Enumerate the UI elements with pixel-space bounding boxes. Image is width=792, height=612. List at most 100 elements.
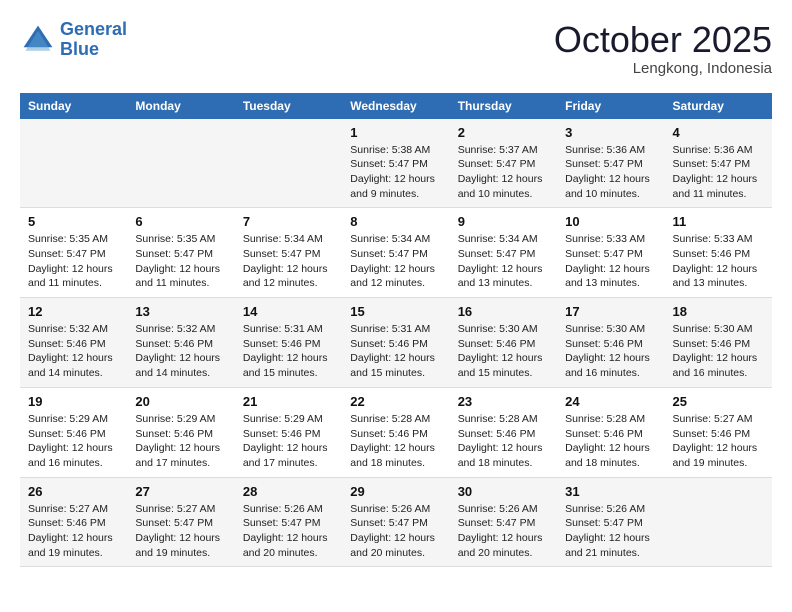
- calendar-week-row: 26Sunrise: 5:27 AMSunset: 5:46 PMDayligh…: [20, 477, 772, 567]
- day-number: 21: [243, 394, 334, 409]
- day-info: Sunrise: 5:32 AMSunset: 5:46 PMDaylight:…: [28, 322, 119, 381]
- day-number: 9: [458, 214, 549, 229]
- calendar-cell: 28Sunrise: 5:26 AMSunset: 5:47 PMDayligh…: [235, 477, 342, 567]
- weekday-header-thursday: Thursday: [450, 93, 557, 119]
- day-info: Sunrise: 5:34 AMSunset: 5:47 PMDaylight:…: [350, 232, 441, 291]
- day-info: Sunrise: 5:35 AMSunset: 5:47 PMDaylight:…: [135, 232, 226, 291]
- day-number: 14: [243, 304, 334, 319]
- day-number: 10: [565, 214, 656, 229]
- calendar-cell: 3 Sunrise: 5:36 AMSunset: 5:47 PMDaylight…: [557, 119, 664, 208]
- day-number: 31: [565, 484, 656, 499]
- day-number: 4: [673, 125, 764, 140]
- day-info: Sunrise: 5:30 AMSunset: 5:46 PMDaylight:…: [673, 322, 764, 381]
- day-number: 2: [458, 125, 549, 140]
- day-info: Sunrise: 5:26 AMSunset: 5:47 PMDaylight:…: [565, 502, 656, 561]
- title-block: October 2025 Lengkong, Indonesia: [554, 20, 772, 77]
- day-info: Sunrise: 5:29 AMSunset: 5:46 PMDaylight:…: [243, 412, 334, 471]
- calendar-week-row: 19Sunrise: 5:29 AMSunset: 5:46 PMDayligh…: [20, 387, 772, 477]
- location-subtitle: Lengkong, Indonesia: [554, 60, 772, 77]
- month-title: October 2025: [554, 20, 772, 60]
- calendar-cell: 4 Sunrise: 5:36 AMSunset: 5:47 PMDaylight…: [665, 119, 772, 208]
- day-number: 7: [243, 214, 334, 229]
- day-number: 15: [350, 304, 441, 319]
- calendar-cell: 13 Sunrise: 5:32 AMSunset: 5:46 PMDayligh…: [127, 298, 234, 388]
- day-number: 17: [565, 304, 656, 319]
- day-number: 29: [350, 484, 441, 499]
- day-number: 18: [673, 304, 764, 319]
- day-info: Sunrise: 5:37 AMSunset: 5:47 PMDaylight:…: [458, 143, 549, 202]
- calendar-cell: 12 Sunrise: 5:32 AMSunset: 5:46 PMDayligh…: [20, 298, 127, 388]
- day-info: Sunrise: 5:27 AMSunset: 5:46 PMDaylight:…: [673, 412, 764, 471]
- calendar-week-row: 12 Sunrise: 5:32 AMSunset: 5:46 PMDayligh…: [20, 298, 772, 388]
- day-number: 26: [28, 484, 119, 499]
- day-number: 24: [565, 394, 656, 409]
- day-number: 22: [350, 394, 441, 409]
- day-number: 11: [673, 214, 764, 229]
- weekday-header-saturday: Saturday: [665, 93, 772, 119]
- calendar-cell: 31 Sunrise: 5:26 AMSunset: 5:47 PMDayligh…: [557, 477, 664, 567]
- day-number: 1: [350, 125, 441, 140]
- calendar-cell: 19Sunrise: 5:29 AMSunset: 5:46 PMDayligh…: [20, 387, 127, 477]
- calendar-cell: 5Sunrise: 5:35 AMSunset: 5:47 PMDaylight…: [20, 208, 127, 298]
- day-info: Sunrise: 5:30 AMSunset: 5:46 PMDaylight:…: [458, 322, 549, 381]
- calendar-cell: 6Sunrise: 5:35 AMSunset: 5:47 PMDaylight…: [127, 208, 234, 298]
- calendar-cell: 15 Sunrise: 5:31 AMSunset: 5:46 PMDayligh…: [342, 298, 449, 388]
- calendar-cell: [665, 477, 772, 567]
- calendar-cell: 25 Sunrise: 5:27 AMSunset: 5:46 PMDayligh…: [665, 387, 772, 477]
- day-info: Sunrise: 5:38 AMSunset: 5:47 PMDaylight:…: [350, 143, 441, 202]
- calendar-cell: [20, 119, 127, 208]
- day-number: 20: [135, 394, 226, 409]
- day-number: 12: [28, 304, 119, 319]
- calendar-cell: 26Sunrise: 5:27 AMSunset: 5:46 PMDayligh…: [20, 477, 127, 567]
- day-number: 5: [28, 214, 119, 229]
- day-info: Sunrise: 5:26 AMSunset: 5:47 PMDaylight:…: [458, 502, 549, 561]
- day-info: Sunrise: 5:34 AMSunset: 5:47 PMDaylight:…: [458, 232, 549, 291]
- day-info: Sunrise: 5:33 AMSunset: 5:47 PMDaylight:…: [565, 232, 656, 291]
- calendar-cell: 29 Sunrise: 5:26 AMSunset: 5:47 PMDayligh…: [342, 477, 449, 567]
- day-info: Sunrise: 5:36 AMSunset: 5:47 PMDaylight:…: [673, 143, 764, 202]
- calendar-cell: 20 Sunrise: 5:29 AMSunset: 5:46 PMDayligh…: [127, 387, 234, 477]
- day-info: Sunrise: 5:27 AMSunset: 5:47 PMDaylight:…: [135, 502, 226, 561]
- day-number: 16: [458, 304, 549, 319]
- day-number: 3: [565, 125, 656, 140]
- calendar-cell: 18 Sunrise: 5:30 AMSunset: 5:46 PMDayligh…: [665, 298, 772, 388]
- day-info: Sunrise: 5:28 AMSunset: 5:46 PMDaylight:…: [565, 412, 656, 471]
- calendar-cell: 9 Sunrise: 5:34 AMSunset: 5:47 PMDaylight…: [450, 208, 557, 298]
- weekday-header-tuesday: Tuesday: [235, 93, 342, 119]
- day-info: Sunrise: 5:26 AMSunset: 5:47 PMDaylight:…: [350, 502, 441, 561]
- calendar-cell: 2 Sunrise: 5:37 AMSunset: 5:47 PMDaylight…: [450, 119, 557, 208]
- weekday-header-monday: Monday: [127, 93, 234, 119]
- day-info: Sunrise: 5:29 AMSunset: 5:46 PMDaylight:…: [28, 412, 119, 471]
- calendar-cell: 23 Sunrise: 5:28 AMSunset: 5:46 PMDayligh…: [450, 387, 557, 477]
- day-info: Sunrise: 5:31 AMSunset: 5:46 PMDaylight:…: [350, 322, 441, 381]
- day-info: Sunrise: 5:29 AMSunset: 5:46 PMDaylight:…: [135, 412, 226, 471]
- calendar-cell: 22Sunrise: 5:28 AMSunset: 5:46 PMDayligh…: [342, 387, 449, 477]
- day-info: Sunrise: 5:30 AMSunset: 5:46 PMDaylight:…: [565, 322, 656, 381]
- calendar-cell: 21 Sunrise: 5:29 AMSunset: 5:46 PMDayligh…: [235, 387, 342, 477]
- day-number: 25: [673, 394, 764, 409]
- logo-text: General Blue: [60, 20, 127, 60]
- day-info: Sunrise: 5:28 AMSunset: 5:46 PMDaylight:…: [458, 412, 549, 471]
- day-info: Sunrise: 5:26 AMSunset: 5:47 PMDaylight:…: [243, 502, 334, 561]
- day-info: Sunrise: 5:32 AMSunset: 5:46 PMDaylight:…: [135, 322, 226, 381]
- day-number: 23: [458, 394, 549, 409]
- calendar-cell: 7 Sunrise: 5:34 AMSunset: 5:47 PMDaylight…: [235, 208, 342, 298]
- calendar-cell: 17 Sunrise: 5:30 AMSunset: 5:46 PMDayligh…: [557, 298, 664, 388]
- calendar-cell: [127, 119, 234, 208]
- calendar-cell: 30Sunrise: 5:26 AMSunset: 5:47 PMDayligh…: [450, 477, 557, 567]
- weekday-header-friday: Friday: [557, 93, 664, 119]
- calendar-cell: 14 Sunrise: 5:31 AMSunset: 5:46 PMDayligh…: [235, 298, 342, 388]
- day-number: 13: [135, 304, 226, 319]
- calendar-cell: 24 Sunrise: 5:28 AMSunset: 5:46 PMDayligh…: [557, 387, 664, 477]
- calendar-cell: 27 Sunrise: 5:27 AMSunset: 5:47 PMDayligh…: [127, 477, 234, 567]
- day-info: Sunrise: 5:36 AMSunset: 5:47 PMDaylight:…: [565, 143, 656, 202]
- calendar-week-row: 5 Sunrise: 5:35 AMSunset: 5:47 PMDaylight…: [20, 208, 772, 298]
- calendar-cell: 8Sunrise: 5:34 AMSunset: 5:47 PMDaylight…: [342, 208, 449, 298]
- day-number: 27: [135, 484, 226, 499]
- calendar-table: SundayMondayTuesdayWednesdayThursdayFrid…: [20, 93, 772, 568]
- day-info: Sunrise: 5:31 AMSunset: 5:46 PMDaylight:…: [243, 322, 334, 381]
- calendar-week-row: 1 Sunrise: 5:38 AMSunset: 5:47 PMDaylight…: [20, 119, 772, 208]
- day-info: Sunrise: 5:34 AMSunset: 5:47 PMDaylight:…: [243, 232, 334, 291]
- calendar-cell: 16 Sunrise: 5:30 AMSunset: 5:46 PMDayligh…: [450, 298, 557, 388]
- weekday-header-wednesday: Wednesday: [342, 93, 449, 119]
